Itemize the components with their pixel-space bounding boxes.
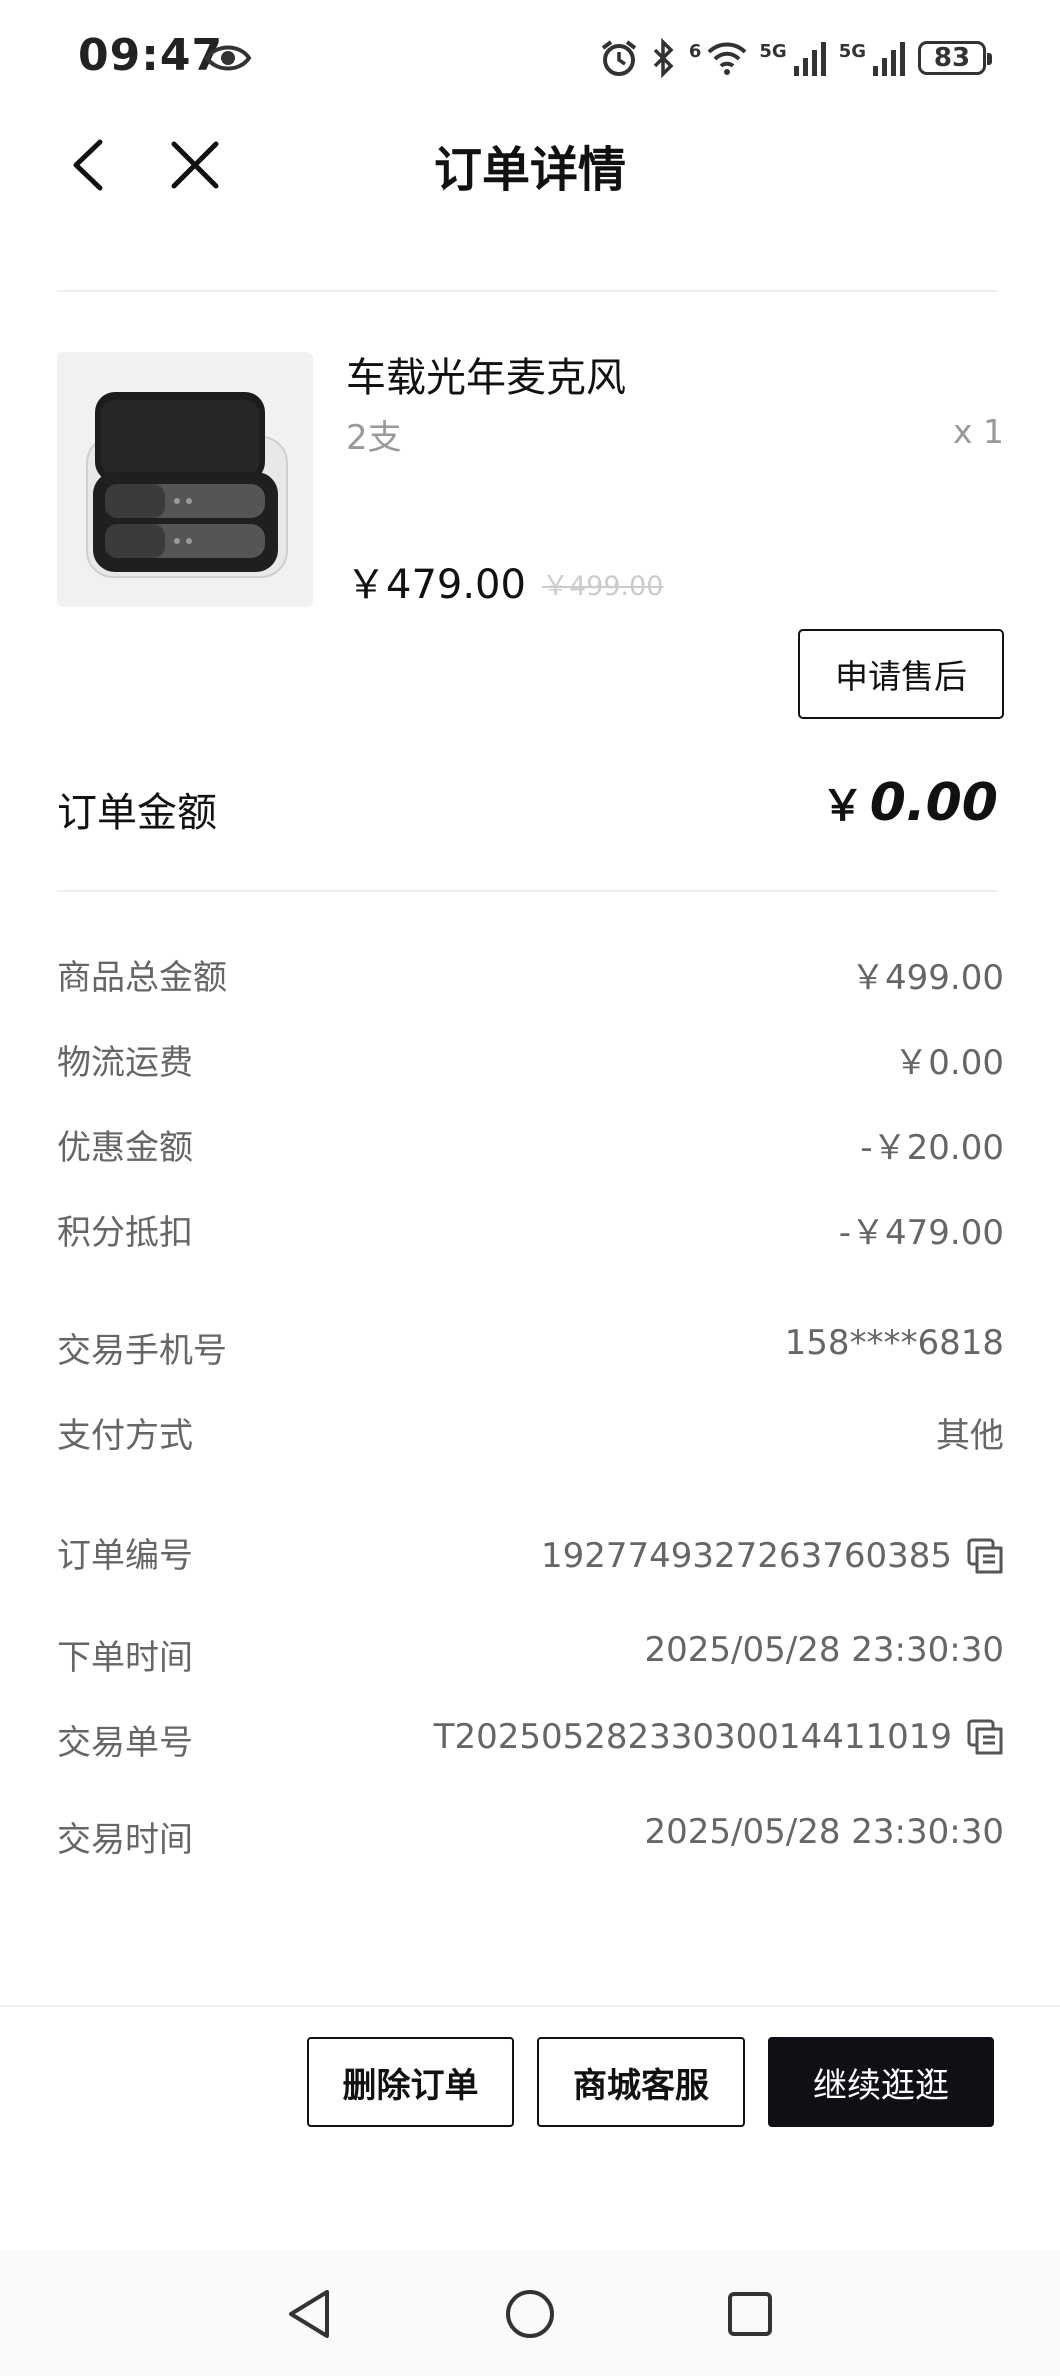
eye-icon — [204, 45, 252, 71]
order-amount-label: 订单金额 — [57, 790, 217, 836]
order-value-transaction-row: T2025052823303001441101​9 — [434, 1717, 1004, 1757]
order-amount-value: ￥ 0.00 — [822, 772, 998, 833]
order-value-number-row: 1927749327263760385 — [541, 1536, 1004, 1576]
header-divider — [57, 290, 997, 292]
detail-label-discount: 优惠金额 — [57, 1128, 193, 1168]
status-icons: 6 5G 5G 83 — [599, 34, 992, 82]
order-amount-number: 0.00 — [869, 773, 998, 833]
customer-service-button[interactable]: 商城客服 — [537, 2037, 745, 2127]
product-spec: 2支 — [346, 418, 402, 458]
battery-icon: 83 — [918, 41, 992, 75]
system-navigation-bar — [0, 2250, 1060, 2376]
order-value-time: 2025/05/28 23:30:30 — [644, 1630, 1004, 1670]
order-label-number: 订单编号 — [57, 1536, 193, 1576]
battery-level: 83 — [933, 43, 971, 73]
status-time: 09:47 — [78, 30, 224, 81]
delete-order-button[interactable]: 删除订单 — [307, 2037, 514, 2127]
detail-label-goods-total: 商品总金额 — [57, 958, 227, 998]
order-value-transaction-time: 2025/05/28 23:30:30 — [644, 1812, 1004, 1852]
page-title: 订单详情 — [433, 142, 626, 198]
detail-value-points: -￥479.00 — [838, 1213, 1004, 1253]
order-amount-currency: ￥ — [821, 781, 864, 830]
product-image[interactable] — [57, 352, 313, 607]
order-label-transaction-number: 交易单号 — [57, 1723, 193, 1763]
detail-value-shipping: ￥0.00 — [894, 1043, 1004, 1083]
microphone-case-image — [86, 392, 288, 578]
amount-divider — [57, 890, 997, 892]
home-circle-icon[interactable] — [504, 2288, 556, 2340]
payment-value-method: 其他 — [936, 1416, 1004, 1456]
network-label-2: 5G — [838, 40, 866, 62]
product-name[interactable]: 车载光年麦克风 — [346, 345, 626, 403]
payment-value-phone: 158****6818 — [784, 1323, 1004, 1363]
detail-value-discount: -￥20.00 — [860, 1128, 1004, 1168]
detail-value-goods-total: ￥499.00 — [851, 958, 1004, 998]
signal-icon — [793, 42, 826, 76]
wifi-superscript: 6 — [688, 40, 702, 62]
customer-service-label: 商城客服 — [573, 2065, 709, 2106]
detail-label-shipping: 物流运费 — [57, 1043, 193, 1083]
copy-icon[interactable] — [966, 1718, 1004, 1756]
copy-icon[interactable] — [966, 1537, 1004, 1575]
back-triangle-icon[interactable] — [285, 2288, 333, 2340]
payment-label-method: 支付方式 — [57, 1416, 193, 1456]
order-value-number: 1927749327263760385 — [540, 1536, 952, 1576]
after-sale-label: 申请售后 — [835, 657, 967, 696]
product-price: ￥479.00 — [346, 562, 526, 608]
signal-icon — [873, 42, 905, 76]
footer-divider — [0, 2005, 1060, 2007]
network-label-1: 5G — [759, 40, 787, 62]
alarm-icon — [601, 40, 637, 76]
continue-shopping-button[interactable]: 继续逛逛 — [768, 2037, 994, 2127]
order-label-time: 下单时间 — [57, 1638, 193, 1678]
payment-label-phone: 交易手机号 — [57, 1331, 227, 1371]
product-original-price: ￥499.00 — [542, 571, 664, 602]
continue-shopping-label: 继续逛逛 — [813, 2065, 949, 2106]
detail-label-points: 积分抵扣 — [57, 1213, 193, 1253]
order-label-transaction-time: 交易时间 — [57, 1820, 193, 1860]
after-sale-button[interactable]: 申请售后 — [798, 629, 1004, 719]
product-quantity: x 1 — [952, 412, 1004, 451]
wifi-icon — [707, 42, 747, 75]
recents-square-icon[interactable] — [726, 2290, 774, 2338]
delete-order-label: 删除订单 — [342, 2065, 479, 2106]
order-value-transaction-number: T2025052823303001441101​9 — [433, 1717, 952, 1757]
bluetooth-icon — [653, 38, 674, 78]
